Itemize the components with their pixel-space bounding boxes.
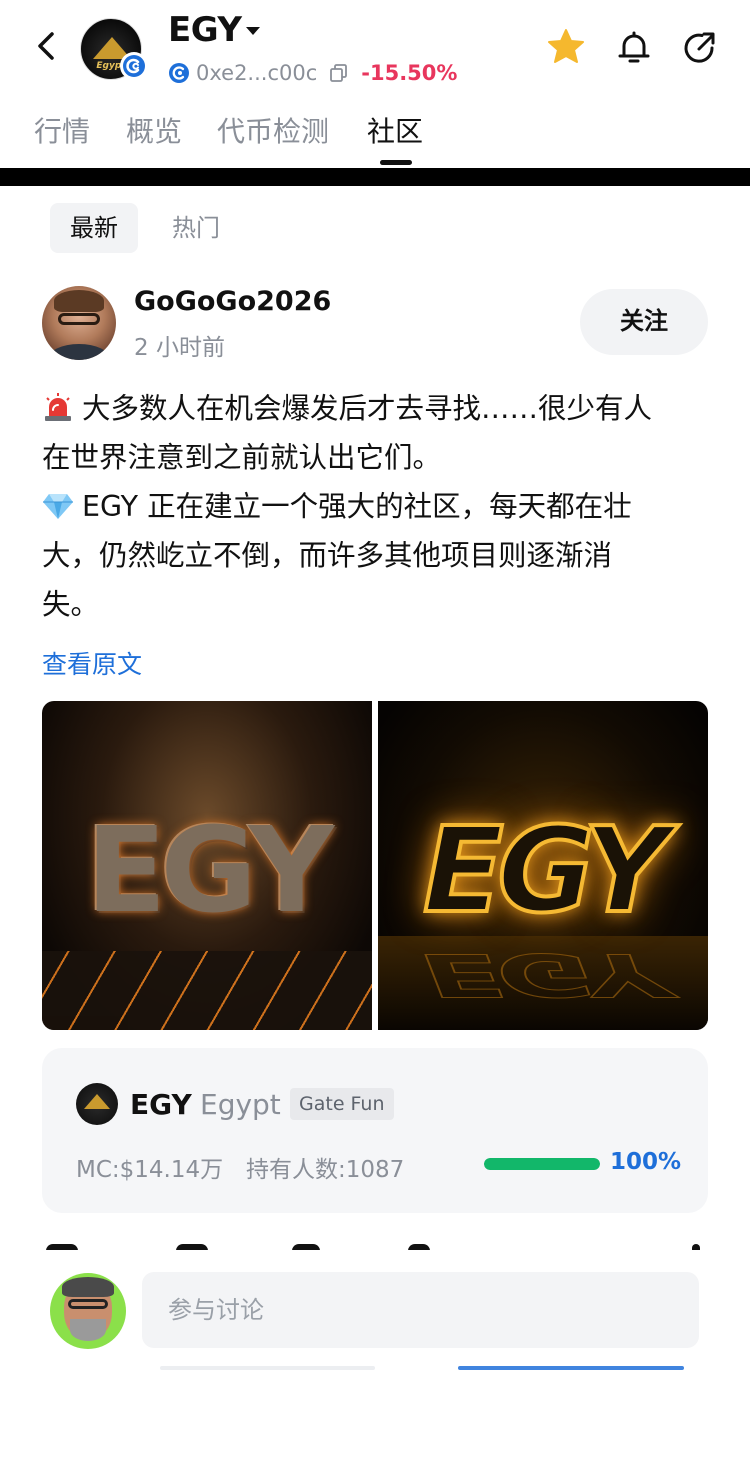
token-card-market-cap: MC:$14.14万 bbox=[76, 1157, 224, 1183]
post-line-5: 失。 bbox=[42, 588, 100, 621]
price-change: -15.50% bbox=[361, 61, 458, 85]
comment-bar bbox=[0, 1250, 750, 1481]
author-avatar[interactable] bbox=[42, 286, 116, 360]
chevron-down-icon[interactable] bbox=[246, 27, 260, 35]
avatar-glasses bbox=[58, 313, 100, 325]
bell-icon[interactable] bbox=[614, 28, 654, 68]
siren-icon bbox=[45, 393, 71, 421]
token-card-progress-bar bbox=[484, 1158, 600, 1170]
chain-badge-icon bbox=[120, 52, 148, 80]
post-body: 大多数人在机会爆发后才去寻找……很少有人 在世界注意到之前就认出它们。 EGY … bbox=[42, 384, 712, 629]
filter-latest[interactable]: 最新 bbox=[50, 203, 138, 253]
tab-overview[interactable]: 概览 bbox=[126, 110, 182, 150]
active-tab-indicator bbox=[380, 160, 412, 165]
my-avatar[interactable] bbox=[50, 1273, 126, 1349]
token-title[interactable]: EGY bbox=[168, 10, 242, 50]
my-avatar-glasses bbox=[68, 1299, 108, 1309]
tab-market[interactable]: 行情 bbox=[34, 110, 90, 150]
chevron-left-icon[interactable] bbox=[28, 26, 64, 66]
lava-cracks bbox=[42, 951, 372, 1030]
post-line-3: EGY 正在建立一个强大的社区，每天都在壮 bbox=[42, 482, 712, 531]
post-image-gold[interactable]: EGY EGY bbox=[378, 701, 708, 1030]
post-text-1: 大多数人在机会爆发后才去寻找……很少有人 bbox=[82, 392, 653, 425]
post-text-3: EGY 正在建立一个强大的社区，每天都在壮 bbox=[82, 490, 632, 523]
post-image-2-reflection: EGY bbox=[422, 940, 664, 1010]
post-line-1: 大多数人在机会爆发后才去寻找……很少有人 bbox=[42, 384, 712, 433]
share-icon[interactable] bbox=[680, 28, 720, 68]
top-header: Egypt EGY 0xe2...c00c -15.50% bbox=[0, 0, 750, 100]
my-avatar-beard bbox=[70, 1319, 106, 1341]
follow-button[interactable]: 关注 bbox=[580, 289, 708, 355]
main-tabs: 行情 概览 代币检测 社区 bbox=[0, 100, 750, 168]
gold-reflection: EGY bbox=[378, 936, 708, 1030]
chain-icon bbox=[169, 63, 189, 83]
ghost-line bbox=[160, 1366, 375, 1370]
token-card-holders: 持有人数:1087 bbox=[246, 1157, 405, 1183]
token-card-name: Egypt bbox=[200, 1088, 281, 1121]
token-card-logo bbox=[76, 1083, 118, 1125]
avatar-hair bbox=[54, 290, 104, 312]
contract-address: 0xe2...c00c bbox=[196, 61, 318, 85]
token-card-symbol: EGY bbox=[130, 1088, 192, 1121]
ghost-line-accent bbox=[458, 1366, 684, 1370]
post-line-4: 大，仍然屹立不倒，而许多其他项目则逐渐消 bbox=[42, 539, 613, 572]
avatar-shirt bbox=[48, 344, 110, 360]
post-image-2-text: EGY bbox=[421, 799, 671, 941]
post-image-1-text: EGY bbox=[85, 801, 334, 939]
star-icon[interactable] bbox=[547, 28, 585, 66]
filter-hot[interactable]: 热门 bbox=[152, 203, 240, 253]
author-name[interactable]: GoGoGo2026 bbox=[134, 286, 331, 317]
my-avatar-hair bbox=[62, 1277, 114, 1297]
pyramid-icon bbox=[84, 1094, 110, 1109]
view-original-link[interactable]: 查看原文 bbox=[42, 645, 142, 681]
tab-token-check[interactable]: 代币检测 bbox=[217, 110, 329, 150]
token-card-progress-fill bbox=[484, 1158, 600, 1170]
token-card-tag: Gate Fun bbox=[290, 1088, 394, 1120]
address-row: 0xe2...c00c -15.50% bbox=[168, 60, 457, 86]
post-image-stone[interactable]: EGY bbox=[42, 701, 372, 1030]
post-timestamp: 2 小时前 bbox=[134, 335, 225, 361]
tab-community[interactable]: 社区 bbox=[367, 110, 423, 150]
copy-icon[interactable] bbox=[329, 63, 349, 83]
gem-icon bbox=[43, 494, 73, 519]
post-line-2: 在世界注意到之前就认出它们。 bbox=[42, 441, 442, 474]
token-card-progress-label: 100% bbox=[610, 1149, 682, 1175]
divider-bar bbox=[0, 168, 750, 186]
comment-input[interactable] bbox=[142, 1272, 699, 1348]
token-card[interactable]: EGY Egypt Gate Fun MC:$14.14万 持有人数:1087 … bbox=[42, 1048, 708, 1213]
